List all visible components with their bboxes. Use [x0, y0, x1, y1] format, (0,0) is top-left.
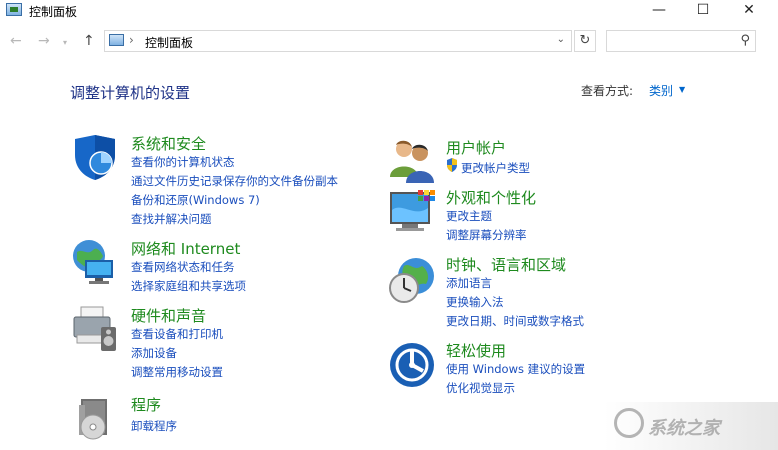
clock-globe-icon[interactable]: [388, 256, 436, 304]
link-date-time-format[interactable]: 更改日期、时间或数字格式: [446, 313, 584, 329]
printer-icon[interactable]: [71, 305, 119, 353]
link-add-language[interactable]: 添加语言: [446, 275, 492, 291]
watermark: 系统之家: [604, 402, 778, 450]
breadcrumb-separator[interactable]: ›: [129, 33, 134, 47]
up-button[interactable]: ↑: [83, 33, 95, 49]
title-bar: 控制面板 — ☐ ✕: [0, 0, 778, 24]
link-change-account-type[interactable]: 更改帐户类型: [461, 160, 530, 176]
refresh-button[interactable]: ↻: [574, 30, 596, 52]
link-view-computer-status[interactable]: 查看你的计算机状态: [131, 154, 235, 170]
category-title-hardware-sound[interactable]: 硬件和声音: [131, 305, 206, 326]
link-add-device[interactable]: 添加设备: [131, 345, 177, 361]
control-panel-icon: [6, 3, 22, 16]
category-title-clock-language[interactable]: 时钟、语言和区域: [446, 254, 566, 275]
control-panel-icon: [109, 34, 124, 46]
link-change-input-method[interactable]: 更换输入法: [446, 294, 504, 310]
uac-shield-icon: [447, 158, 457, 172]
category-title-system-security[interactable]: 系统和安全: [131, 133, 206, 154]
category-title-network-internet[interactable]: 网络和 Internet: [131, 238, 240, 259]
view-by-label: 查看方式:: [581, 84, 634, 98]
link-network-status[interactable]: 查看网络状态和任务: [131, 259, 235, 275]
users-icon[interactable]: [388, 137, 436, 185]
network-icon[interactable]: [71, 238, 119, 286]
breadcrumb-control-panel[interactable]: 控制面板: [145, 34, 193, 51]
link-optimize-visual-display[interactable]: 优化视觉显示: [446, 380, 515, 396]
link-screen-resolution[interactable]: 调整屏幕分辨率: [446, 227, 527, 243]
category-title-ease-of-access[interactable]: 轻松使用: [446, 340, 506, 361]
link-windows-recommended-settings[interactable]: 使用 Windows 建议的设置: [446, 361, 585, 377]
window-title: 控制面板: [29, 5, 78, 19]
category-title-user-accounts[interactable]: 用户帐户: [446, 137, 506, 158]
view-by-dropdown[interactable]: 类别: [649, 82, 673, 99]
address-bar[interactable]: › 控制面板 ⌄: [104, 30, 572, 52]
search-icon[interactable]: ⚲: [740, 33, 750, 48]
forward-button[interactable]: →: [38, 33, 50, 49]
close-button[interactable]: ✕: [726, 0, 772, 22]
back-button[interactable]: ←: [10, 33, 22, 49]
watermark-logo-icon: [614, 408, 644, 438]
link-change-theme[interactable]: 更改主题: [446, 208, 492, 224]
category-title-appearance[interactable]: 外观和个性化: [446, 187, 536, 208]
watermark-text: 系统之家: [648, 418, 720, 439]
link-homegroup[interactable]: 选择家庭组和共享选项: [131, 278, 246, 294]
link-uninstall-program[interactable]: 卸载程序: [131, 418, 177, 434]
maximize-button[interactable]: ☐: [680, 0, 726, 22]
search-input[interactable]: ⚲: [606, 30, 756, 52]
link-file-history-backup[interactable]: 通过文件历史记录保存你的文件备份副本: [131, 173, 338, 189]
link-troubleshoot[interactable]: 查找并解决问题: [131, 211, 212, 227]
minimize-button[interactable]: —: [636, 0, 682, 22]
shield-icon[interactable]: [71, 133, 119, 181]
navigation-bar: ← → ▾ ↑ › 控制面板 ⌄ ↻ ⚲: [0, 24, 778, 60]
page-title: 调整计算机的设置: [70, 84, 191, 102]
ease-of-access-icon[interactable]: [388, 341, 436, 389]
recent-locations-button[interactable]: ▾: [63, 38, 67, 47]
category-title-programs[interactable]: 程序: [131, 394, 161, 415]
link-mobility-settings[interactable]: 调整常用移动设置: [131, 364, 223, 380]
chevron-down-icon[interactable]: ▼: [679, 85, 685, 94]
monitor-icon[interactable]: [388, 188, 436, 236]
link-backup-restore[interactable]: 备份和还原(Windows 7): [131, 192, 260, 208]
link-devices-printers[interactable]: 查看设备和打印机: [131, 326, 223, 342]
chevron-down-icon[interactable]: ⌄: [557, 34, 565, 45]
programs-icon[interactable]: [71, 395, 119, 443]
